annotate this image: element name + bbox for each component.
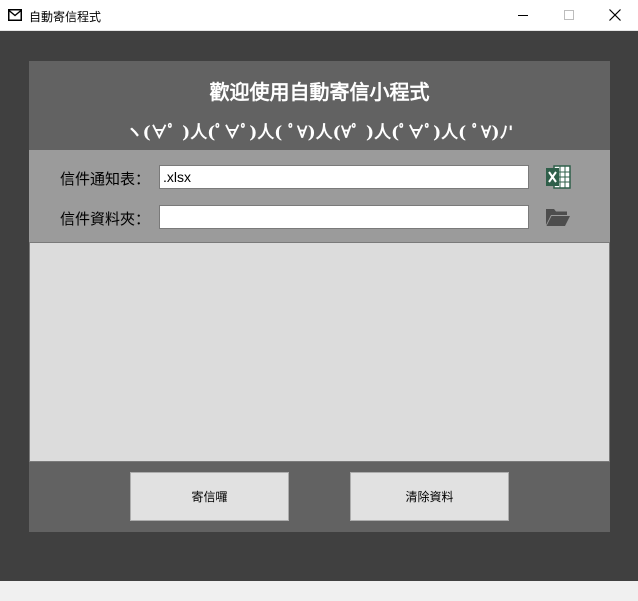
minimize-button[interactable] xyxy=(500,0,546,30)
maximize-button[interactable] xyxy=(546,0,592,30)
notice-sheet-label: 信件通知表： xyxy=(60,170,151,188)
clear-data-button[interactable]: 清除資料 xyxy=(350,472,509,521)
folder-open-icon xyxy=(546,209,570,226)
page-title: 歡迎使用自動寄信小程式 xyxy=(209,80,430,104)
close-button[interactable] xyxy=(592,0,638,30)
minimize-icon xyxy=(518,15,528,16)
header: 歡迎使用自動寄信小程式 ヽ(∀ﾟ )人(ﾟ∀ﾟ)人( ﾟ∀)人(∀ﾟ )人(ﾟ∀… xyxy=(29,61,610,150)
notice-sheet-input[interactable] xyxy=(159,165,529,189)
kaomoji-banner: ヽ(∀ﾟ )人(ﾟ∀ﾟ)人( ﾟ∀)人(∀ﾟ )人(ﾟ∀ﾟ)人( ﾟ∀)ﾉ' xyxy=(125,123,514,143)
status-bar xyxy=(0,581,638,601)
title-bar: 自動寄信程式 xyxy=(0,0,638,31)
browse-excel-button[interactable] xyxy=(543,163,573,191)
log-output-area[interactable] xyxy=(29,242,610,462)
mail-folder-label: 信件資料夾： xyxy=(60,210,151,228)
maximize-icon xyxy=(564,10,574,20)
mail-folder-input[interactable] xyxy=(159,205,529,229)
excel-icon xyxy=(546,165,571,189)
browse-folder-button[interactable] xyxy=(543,203,573,231)
main-panel: 歡迎使用自動寄信小程式 ヽ(∀ﾟ )人(ﾟ∀ﾟ)人( ﾟ∀)人(∀ﾟ )人(ﾟ∀… xyxy=(29,61,610,532)
send-mail-button[interactable]: 寄信囉 xyxy=(130,472,289,521)
file-form: 信件通知表： 信件資料夾： xyxy=(29,150,610,242)
mail-icon xyxy=(8,9,22,21)
window-title: 自動寄信程式 xyxy=(29,10,102,24)
close-icon xyxy=(609,9,621,21)
